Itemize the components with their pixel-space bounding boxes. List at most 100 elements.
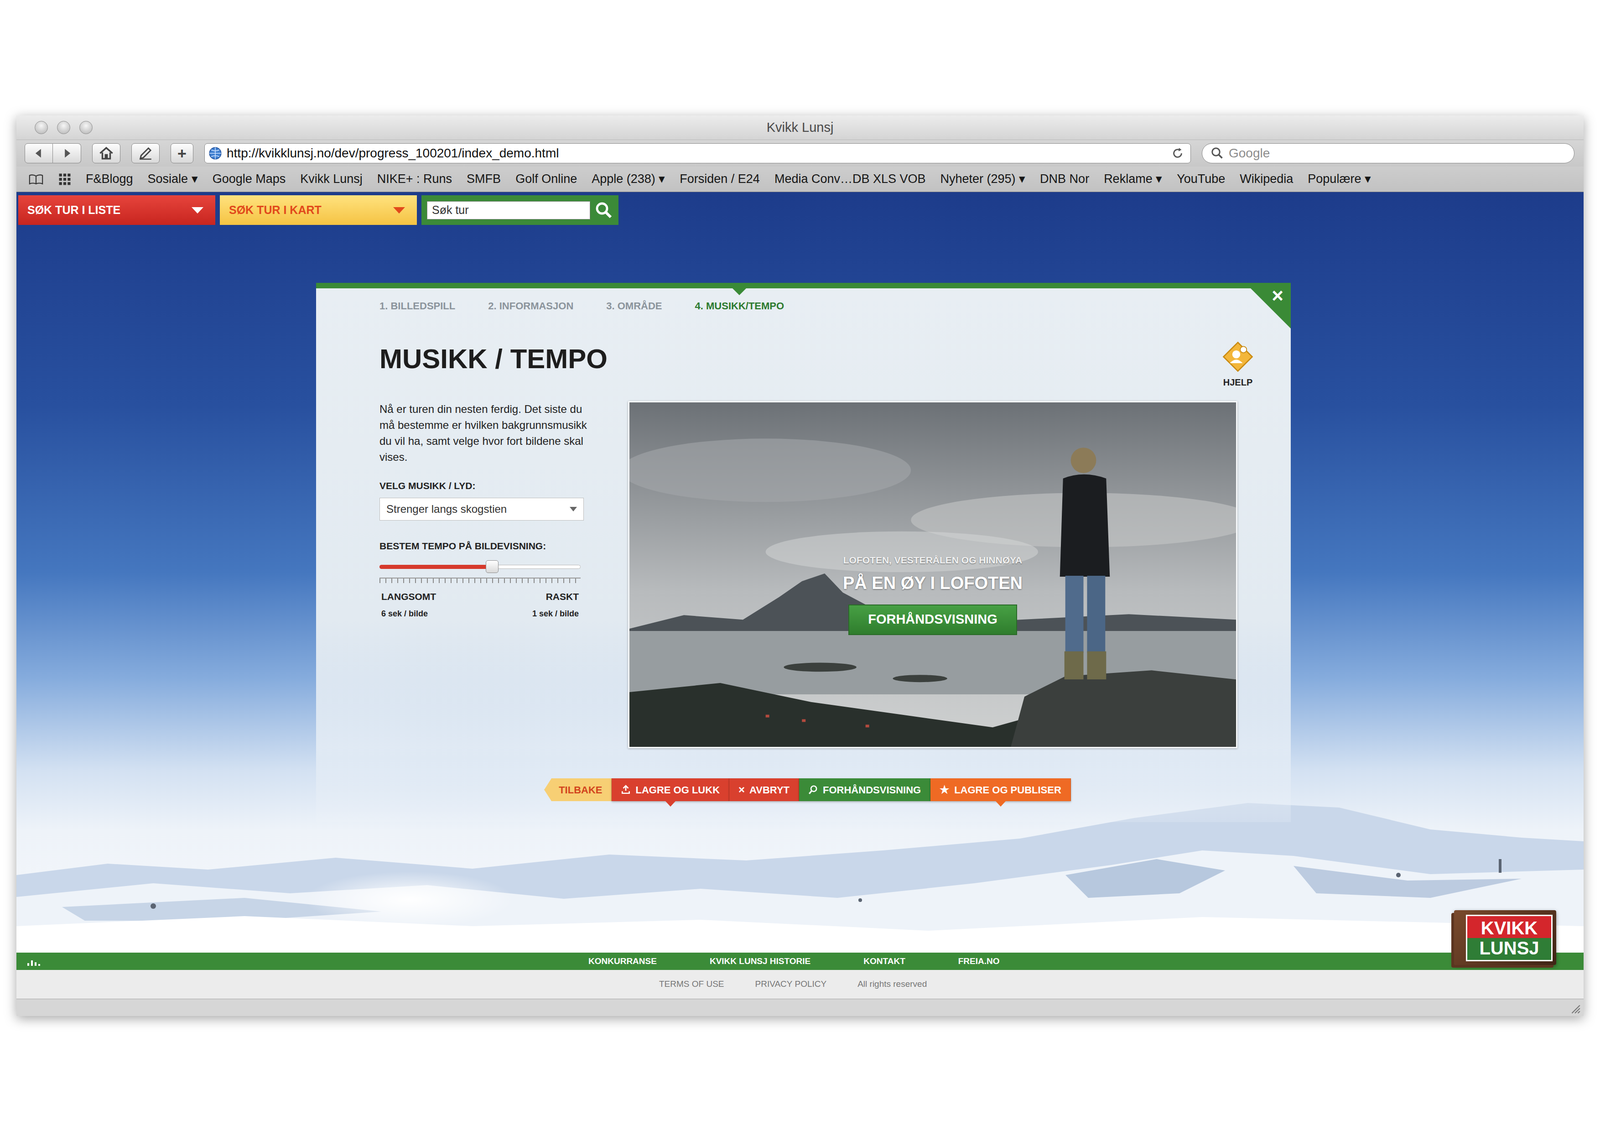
wizard-step[interactable]: 4. MUSIKK/TEMPO — [695, 298, 785, 314]
intro-text: Nå er turen din nesten ferdig. Det siste… — [379, 400, 589, 465]
wizard-step[interactable]: 2. INFORMASJON — [488, 298, 574, 314]
wizard-step[interactable]: 3. OMRÅDE — [606, 298, 662, 314]
wizard-step[interactable]: 1. BILLEDSPILL — [379, 298, 456, 314]
music-select[interactable]: Strenger langs skogstien — [379, 497, 584, 521]
action-label: LAGRE OG PUBLISER — [954, 782, 1062, 798]
address-bar[interactable]: http://kvikklunsj.no/dev/progress_100201… — [204, 143, 1191, 164]
preview-button[interactable]: FORHÅNDSVISNING — [848, 604, 1018, 635]
bookmark[interactable]: Populære ▾ — [1307, 169, 1372, 189]
bookmark[interactable]: Golf Online — [515, 169, 577, 189]
minimize-window-button[interactable] — [57, 120, 71, 135]
logo-bottom-text: LUNSJ — [1467, 937, 1552, 960]
bookmark[interactable]: Forsiden / E24 — [679, 169, 760, 189]
preview-button[interactable]: FORHÅNDSVISNING — [799, 778, 931, 801]
grid-icon[interactable] — [58, 172, 72, 186]
bookmark[interactable]: Sosiale ▾ — [147, 169, 198, 189]
bookmark[interactable]: DNB Nor — [1039, 169, 1090, 189]
footer-link[interactable]: KVIKK LUNSJ HISTORIE — [709, 954, 811, 968]
bookmark[interactable]: Reklame ▾ — [1103, 169, 1163, 189]
site-search-input[interactable] — [426, 201, 591, 220]
bookmark[interactable]: SMFB — [466, 169, 501, 189]
pencil-icon — [138, 145, 153, 161]
home-button[interactable] — [92, 143, 121, 164]
action-label: TILBAKE — [558, 782, 603, 798]
url-text: http://kvikklunsj.no/dev/progress_100201… — [226, 143, 1167, 163]
bookmark[interactable]: F&Blogg — [85, 169, 134, 189]
footer-link[interactable]: KONKURRANSE — [588, 954, 657, 968]
bookmark-list: F&Blogg Sosiale ▾ Google Maps Kvikk Lunsj NI… — [85, 169, 1372, 189]
bookmarks-bar: F&Blogg Sosiale ▾ Google Maps Kvikk Lunsj NI… — [16, 166, 1584, 193]
status-bar — [16, 998, 1584, 1016]
search-menu[interactable]: SØK TUR I KART — [219, 195, 417, 225]
site-navigation: SØK TUR I LISTE SØK TUR I KART — [16, 192, 1584, 225]
close-button[interactable]: × — [1245, 282, 1291, 329]
menu-label: SØK TUR I LISTE — [27, 201, 121, 219]
help-label: HJELP — [1223, 375, 1253, 390]
magnifier-icon — [1210, 146, 1225, 161]
slider-fill — [379, 564, 493, 569]
globe-icon — [208, 146, 223, 161]
bookmark[interactable]: Media Conv…DB XLS VOB — [774, 169, 926, 189]
bookmark[interactable]: Kvikk Lunsj — [300, 169, 363, 189]
publish-button[interactable]: ★ LAGRE OG PUBLISER — [930, 778, 1071, 801]
footer-link[interactable]: KONTAKT — [863, 954, 905, 968]
book-icon[interactable] — [28, 172, 44, 186]
bookmark[interactable]: Wikipedia — [1239, 169, 1294, 189]
home-icon — [98, 145, 115, 162]
search-field[interactable] — [1201, 143, 1575, 164]
resize-grip-icon[interactable] — [1568, 1002, 1581, 1014]
tempo-slider[interactable] — [379, 560, 581, 573]
slow-reading: 6 sek / bilde — [381, 607, 428, 620]
legal-footer: TERMS OF USEPRIVACY POLICYAll rights res… — [16, 969, 1584, 999]
forward-button[interactable] — [52, 143, 82, 164]
zoom-window-button[interactable] — [79, 120, 93, 135]
close-window-button[interactable] — [34, 120, 48, 135]
window-title: Kvikk Lunsj — [766, 117, 834, 138]
bookmark[interactable]: Google Maps — [212, 169, 286, 189]
magnifier-icon[interactable] — [594, 201, 613, 220]
upload-icon — [620, 784, 631, 795]
bookmark[interactable]: YouTube — [1176, 169, 1226, 189]
audio-bars-icon[interactable] — [27, 956, 42, 966]
add-button[interactable]: + — [170, 143, 194, 164]
magnifier-icon — [808, 784, 819, 795]
slider-ticks — [379, 577, 581, 583]
footer-link[interactable]: FREIA.NO — [958, 954, 1000, 968]
trip-title: PÅ EN ØY I LOFOTEN — [842, 570, 1023, 597]
step-list: 1. BILLEDSPILL 2. INFORMASJON 3. OMRÅDE 4. … — [379, 298, 1236, 314]
dropdown-arrow-icon — [569, 506, 577, 512]
search-menu[interactable]: SØK TUR I LISTE — [18, 195, 216, 225]
bookmark[interactable]: NIKE+ : Runs — [377, 169, 452, 189]
save-button[interactable]: LAGRE OG LUKK — [611, 778, 730, 801]
web-page: SØK TUR I LISTE SØK TUR I KART × 1. BILLE… — [16, 192, 1584, 953]
wizard-dialog: × 1. BILLEDSPILL 2. INFORMASJON 3. OMRÅDE 4… — [316, 282, 1291, 822]
action-label: FORHÅNDSVISNING — [822, 782, 921, 798]
legal-link[interactable]: PRIVACY POLICY — [755, 977, 827, 991]
legal-link[interactable]: TERMS OF USE — [659, 977, 725, 991]
music-value: Strenger langs skogstien — [386, 500, 507, 518]
back-button[interactable]: TILBAKE — [544, 778, 612, 801]
bookmark[interactable]: Apple (238) ▾ — [591, 169, 665, 189]
footer-bar: KONKURRANSE KVIKK LUNSJ HISTORIE KONTAKT FR… — [16, 952, 1584, 970]
search-input[interactable] — [1227, 143, 1566, 164]
publish-glyph-icon: ★ — [939, 784, 950, 795]
edit-button[interactable] — [131, 143, 160, 164]
dropdown-arrow-icon — [393, 207, 406, 214]
cancel-button[interactable]: ×AVBRYT — [729, 778, 800, 801]
slider-thumb[interactable] — [485, 560, 499, 573]
help-button[interactable]: HJELP — [1221, 340, 1254, 390]
menu-label: SØK TUR I KART — [228, 201, 322, 219]
dropdown-arrow-icon — [191, 207, 204, 214]
bookmark[interactable]: Nyheter (295) ▾ — [940, 169, 1026, 189]
back-button[interactable] — [24, 143, 53, 164]
dialog-title: MUSIKK / TEMPO — [379, 345, 608, 373]
kvikk-lunsj-logo[interactable]: KVIKK LUNSJ — [1454, 909, 1557, 965]
browser-window: Kvikk Lunsj + http://kvikklunsj.no/dev/p… — [16, 115, 1584, 1016]
music-label: VELG MUSIKK / LYD: — [379, 478, 589, 494]
preview-photo: LOFOTEN, VESTERÅLEN OG HINNØYA PÅ EN ØY … — [628, 400, 1238, 749]
back-arrow-icon — [33, 147, 45, 159]
slow-label: LANGSOMT — [381, 589, 437, 604]
action-bar: TILBAKE LAGRE OG LUKK×AVBRYT FORHÅNDSVISNI… — [379, 778, 1236, 801]
cancel-glyph-icon: × — [738, 784, 745, 795]
settings-panel: Nå er turen din nesten ferdig. Det siste… — [379, 400, 589, 749]
